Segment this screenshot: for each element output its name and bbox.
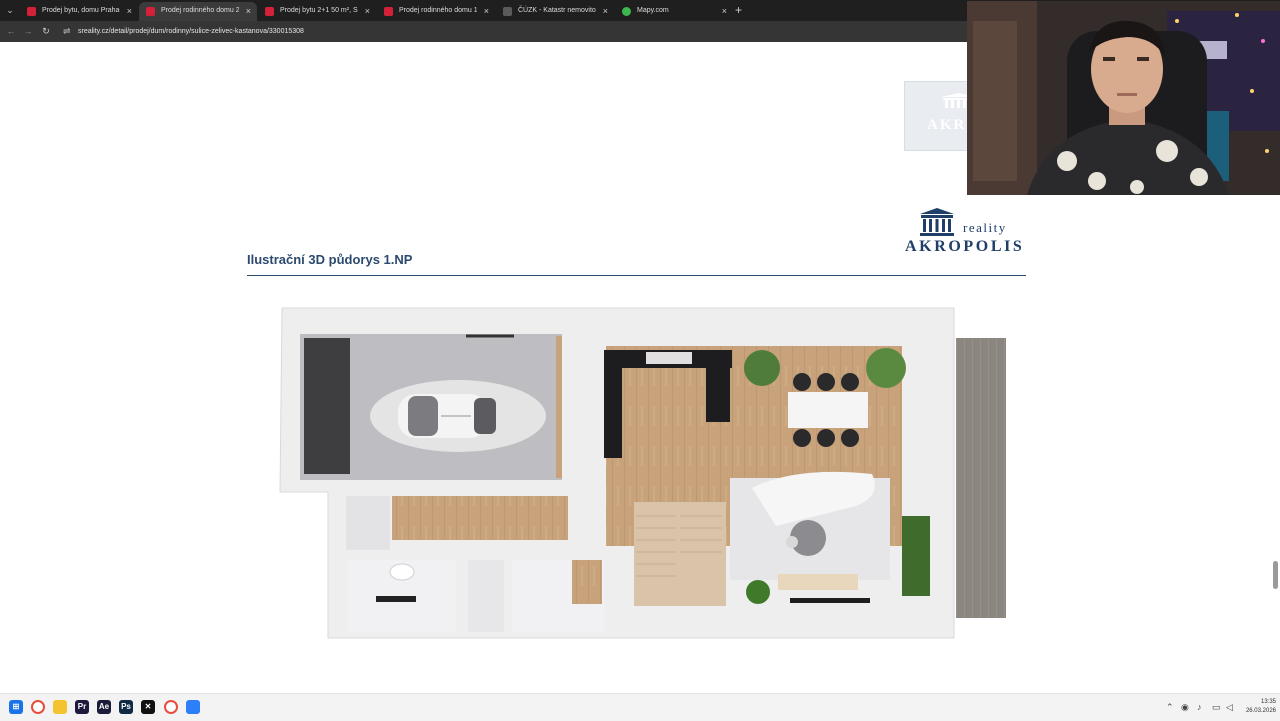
tab-title: Prodej rodinného domu 207 m [161,7,239,14]
tab-3[interactable]: Prodej bytu 2+1 50 m², Sídliště × [258,2,376,21]
chrome-badge-icon[interactable] [164,700,178,714]
temple-icon [920,208,954,236]
heading-divider [247,275,1026,276]
floor-plan-image[interactable] [276,306,1010,644]
tab-title: ČÚZK - Katastr nemovitostí [518,7,596,14]
tab-2-active[interactable]: Prodej rodinného domu 207 m × [139,2,257,21]
reload-icon[interactable]: ↻ [40,25,52,37]
tab-title: Mapy.com [637,7,669,14]
capcut-icon[interactable]: ✕ [141,700,155,714]
windows-taskbar: ⊞ Pr Ae Ps ✕ ⌃ ◉ ♪ ▭ ◁ 13:35 26.03.2026 [0,693,1280,721]
webcam-overlay [967,1,1280,195]
back-arrow-icon[interactable]: ← [5,25,17,37]
floor-plan-heading: Ilustrační 3D půdorys 1.NP [247,252,413,267]
close-icon[interactable]: × [722,5,727,17]
sreality-icon [384,7,393,16]
chevron-up-icon[interactable]: ⌃ [1166,702,1174,712]
volume-icon[interactable]: ◁ [1226,702,1233,712]
tab-search-icon[interactable]: ⌄ [2,3,18,18]
tab-1[interactable]: Prodej bytu, domu Praha-výcho × [20,2,138,21]
cuzk-icon [503,7,512,16]
tab-title: Prodej rodinného domu 124 m [399,7,477,14]
mapy-icon [622,7,631,16]
url-text: sreality.cz/detail/prodej/dum/rodinny/su… [78,28,304,35]
brand-name: AKROPOLIS [905,238,1025,255]
forward-arrow-icon[interactable]: → [22,25,34,37]
after-effects-icon[interactable]: Ae [97,700,111,714]
tab-6[interactable]: Mapy.com × [615,2,733,21]
page-scrollbar[interactable] [1273,561,1278,589]
sreality-icon [146,7,155,16]
clock-time: 13:35 [1260,699,1276,705]
tab-4[interactable]: Prodej rodinného domu 124 m × [377,2,495,21]
logo-card-text: AKR [927,117,967,133]
premiere-pro-icon[interactable]: Pr [75,700,89,714]
akropolis-brand-logo: reality AKROPOLIS [903,208,1028,258]
close-icon[interactable]: × [484,5,489,17]
sticky-notes-icon[interactable] [186,700,200,714]
brand-subtitle: reality [963,220,1007,235]
chrome-icon[interactable] [31,700,45,714]
clock-date: 26.03.2026 [1245,708,1276,714]
system-clock[interactable]: 13:35 26.03.2026 [1240,698,1276,716]
close-icon[interactable]: × [603,5,608,17]
file-explorer-icon[interactable] [53,700,67,714]
new-tab-button[interactable]: + [735,2,742,18]
mic-icon[interactable]: ♪ [1197,702,1202,712]
site-info-icon[interactable]: ⇌ [63,25,71,38]
tab-title: Prodej bytu 2+1 50 m², Sídliště [280,7,358,14]
akropolis-logo-card[interactable]: AKR [904,81,976,151]
address-bar[interactable]: ⇌ sreality.cz/detail/prodej/dum/rodinny/… [56,24,956,39]
network-icon[interactable]: ◉ [1181,702,1189,712]
tab-title: Prodej bytu, domu Praha-výcho [42,7,120,14]
sreality-icon [27,7,36,16]
display-icon[interactable]: ▭ [1212,702,1221,712]
sreality-icon [265,7,274,16]
photoshop-icon[interactable]: Ps [119,700,133,714]
windows-start-icon[interactable]: ⊞ [9,700,23,714]
close-icon[interactable]: × [365,5,370,17]
close-icon[interactable]: × [246,5,251,17]
close-icon[interactable]: × [127,5,132,17]
tab-5[interactable]: ČÚZK - Katastr nemovitostí × [496,2,614,21]
